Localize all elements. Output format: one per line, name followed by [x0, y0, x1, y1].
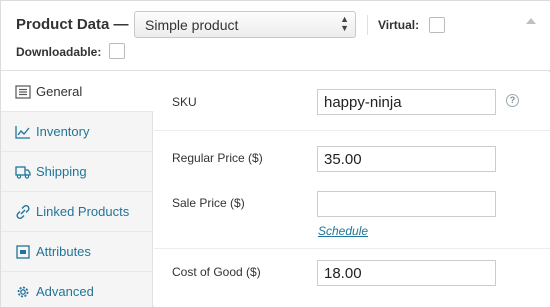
sku-label: SKU	[172, 95, 197, 109]
tab-label: Attributes	[36, 244, 91, 259]
tab-attributes[interactable]: Attributes	[1, 232, 153, 272]
regular-price-label: Regular Price ($)	[172, 151, 263, 165]
tab-linked-products[interactable]: Linked Products	[1, 192, 153, 232]
chart-icon	[15, 126, 30, 139]
sku-input[interactable]: happy-ninja	[317, 89, 496, 115]
link-icon	[16, 204, 30, 220]
tab-label: Shipping	[36, 164, 87, 179]
collapse-toggle-icon[interactable]	[526, 18, 536, 24]
panel-header: Product Data — Simple product ▲ ▼ Virtual…	[1, 1, 550, 71]
tab-general[interactable]: General	[1, 72, 154, 112]
list-icon	[15, 85, 31, 99]
select-arrows-icon: ▲ ▼	[340, 14, 349, 33]
section-divider	[154, 248, 550, 249]
header-divider	[367, 15, 368, 35]
virtual-label: Virtual:	[378, 18, 420, 32]
tab-inventory[interactable]: Inventory	[1, 112, 153, 152]
tab-shipping[interactable]: Shipping	[1, 152, 153, 192]
cost-of-good-label: Cost of Good ($)	[172, 265, 261, 279]
product-type-value: Simple product	[145, 17, 239, 33]
general-options-form: SKU happy-ninja ? Regular Price ($) 35.0…	[154, 72, 550, 307]
sale-price-input[interactable]	[317, 191, 496, 217]
virtual-checkbox[interactable]	[429, 17, 445, 33]
tab-label: General	[36, 84, 83, 99]
section-divider	[154, 130, 550, 131]
gear-icon	[17, 286, 29, 298]
product-data-tabs: General Inventory Shipping Linked Produc…	[1, 72, 154, 307]
regular-price-input[interactable]: 35.00	[317, 146, 496, 172]
sale-price-label: Sale Price ($)	[172, 196, 245, 210]
downloadable-checkbox[interactable]	[109, 43, 125, 59]
tab-label: Inventory	[36, 124, 90, 139]
tab-advanced[interactable]: Advanced	[1, 272, 153, 307]
product-type-select[interactable]: Simple product ▲ ▼	[134, 11, 356, 38]
help-icon[interactable]: ?	[506, 94, 519, 107]
tab-label: Advanced	[36, 284, 94, 299]
schedule-link[interactable]: Schedule	[318, 224, 368, 238]
cost-of-good-input[interactable]: 18.00	[317, 260, 496, 286]
product-data-panel: Product Data — Simple product ▲ ▼ Virtual…	[0, 0, 550, 307]
tab-label: Linked Products	[36, 204, 130, 219]
attributes-icon	[16, 245, 30, 259]
panel-title: Product Data —	[16, 16, 129, 33]
truck-icon	[15, 166, 31, 179]
downloadable-label: Downloadable:	[16, 45, 102, 59]
